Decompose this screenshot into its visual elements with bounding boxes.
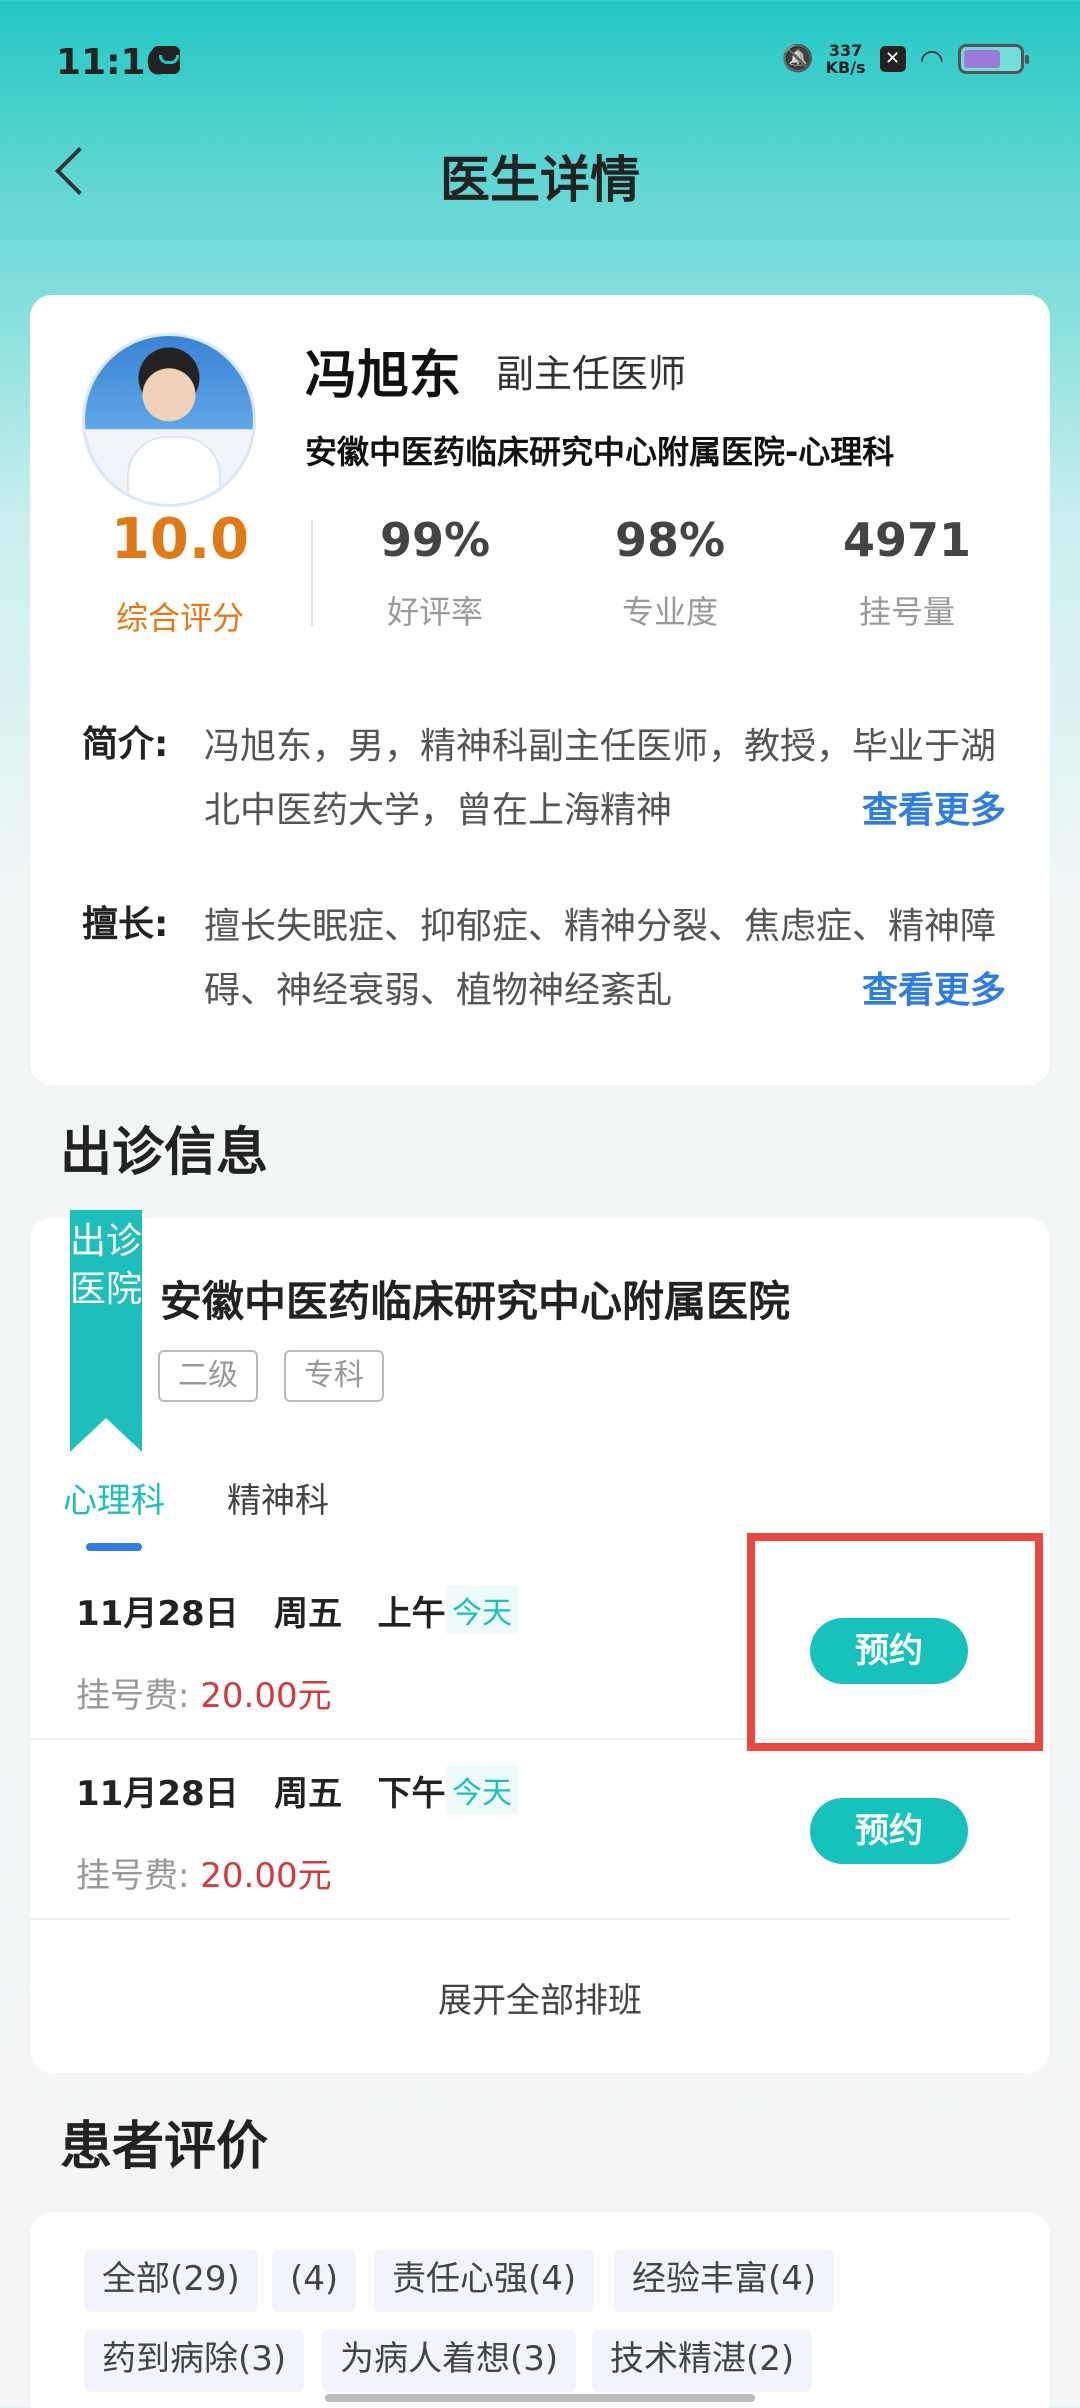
status-icons: 337 KB/s ✕ ◠: [782, 42, 1029, 76]
stat-registrations: 4971 挂号量: [817, 513, 997, 633]
stat-value: 4971: [842, 513, 972, 567]
clinic-ribbon: 出诊医院: [70, 1210, 143, 1452]
review-section-title: 患者评价: [60, 2117, 269, 2177]
clinic-section-title: 出诊信息: [60, 1123, 269, 1183]
review-tag[interactable]: 责任心强(4): [374, 2250, 595, 2312]
doctor-card: 冯旭东 副主任医师 安徽中医药临床研究中心附属医院-心理科 10.0 综合评分 …: [30, 295, 1050, 1085]
review-tag-all[interactable]: 全部(29): [84, 2250, 258, 2312]
stat-label: 专业度: [621, 593, 718, 631]
doctor-title: 副主任医师: [496, 352, 687, 396]
message-icon: [152, 46, 180, 74]
review-card: 全部(29) (4) 责任心强(4) 经验丰富(4) 药到病除(3) 为病人着想…: [30, 2212, 1050, 2408]
today-badge: 今天: [446, 1586, 518, 1634]
review-tag[interactable]: (4): [272, 2250, 357, 2312]
ribbon-text: 出诊医院: [70, 1221, 143, 1310]
row-divider: [30, 1918, 1010, 1920]
overall-score: 10.0: [110, 507, 250, 572]
intro-see-more-link[interactable]: 查看更多: [861, 781, 1006, 833]
slot-period: 下午: [377, 1774, 446, 1814]
hospital-type-tag: 专科: [284, 1350, 384, 1402]
stat-label: 挂号量: [858, 593, 955, 631]
review-tag[interactable]: 药到病除(3): [84, 2330, 305, 2392]
page-title: 医生详情: [440, 151, 640, 209]
fee-value: 20.00元: [200, 1856, 332, 1896]
review-tag[interactable]: 经验丰富(4): [614, 2250, 835, 2312]
home-indicator[interactable]: [325, 2394, 755, 2402]
slot-period: 上午: [377, 1594, 446, 1634]
review-tag[interactable]: 技术精湛(2): [592, 2330, 813, 2392]
expand-all-schedule-button[interactable]: 展开全部排班: [30, 1973, 1050, 2022]
stat-positive-rate: 99% 好评率: [345, 513, 525, 633]
slot-2-fee: 挂号费: 20.00元: [76, 1848, 332, 1897]
book-button-afternoon[interactable]: 预约: [810, 1798, 968, 1864]
wifi-icon: ◠: [919, 42, 944, 76]
tab-psychology[interactable]: 心理科: [63, 1473, 165, 1522]
specialty-label: 擅长:: [82, 904, 169, 945]
tab-indicator: [86, 1543, 142, 1551]
doctor-avatar: [82, 333, 256, 507]
fee-value: 20.00元: [200, 1676, 332, 1716]
battery-icon: [958, 44, 1029, 74]
tab-psychiatry[interactable]: 精神科: [227, 1473, 329, 1522]
slot-weekday: 周五: [274, 1774, 343, 1814]
doctor-name: 冯旭东: [305, 346, 462, 406]
stat-professionalism: 98% 专业度: [580, 513, 760, 633]
doctor-department: 安徽中医药临床研究中心附属医院-心理科: [305, 433, 895, 471]
status-bar: 11:16 337 KB/s ✕ ◠: [0, 0, 1080, 120]
review-tag[interactable]: 为病人着想(3): [322, 2330, 577, 2392]
overall-score-label: 综合评分: [115, 599, 244, 637]
stat-label: 好评率: [386, 593, 483, 631]
slot-weekday: 周五: [274, 1594, 343, 1634]
intro-label: 简介:: [82, 724, 169, 765]
stat-value: 98%: [614, 513, 726, 567]
x-app-icon: ✕: [879, 46, 906, 72]
slot-date: 11月28日: [76, 1774, 239, 1814]
fee-label: 挂号费:: [76, 1676, 190, 1716]
fee-label: 挂号费:: [76, 1856, 190, 1896]
intro-row: 简介: 冯旭东，男，精神科副主任医师，教授，毕业于湖北中医药大学，曾在上海精神 …: [82, 715, 1012, 845]
hospital-name: 安徽中医药临床研究中心附属医院: [160, 1277, 791, 1326]
network-speed-unit: KB/s: [825, 58, 866, 77]
slot-2-time: 11月28日 周五 下午: [76, 1766, 446, 1815]
slot-date: 11月28日: [76, 1594, 239, 1634]
specialty-see-more-link[interactable]: 查看更多: [861, 961, 1006, 1013]
slot-1-time: 11月28日 周五 上午: [76, 1586, 446, 1635]
slot-1-fee: 挂号费: 20.00元: [76, 1668, 332, 1717]
network-speed: 337 KB/s: [826, 42, 866, 76]
network-speed-value: 337: [828, 41, 863, 60]
highlight-annotation-box: [747, 1533, 1043, 1751]
stat-value: 99%: [379, 513, 491, 567]
specialty-row: 擅长: 擅长失眠症、抑郁症、精神分裂、焦虑症、精神障碍、神经衰弱、植物神经紊乱 …: [82, 895, 1012, 1025]
today-badge: 今天: [446, 1766, 518, 1814]
hospital-level-tag: 二级: [158, 1350, 258, 1402]
mute-bell-icon: [782, 44, 812, 74]
stats-divider: [311, 520, 313, 626]
